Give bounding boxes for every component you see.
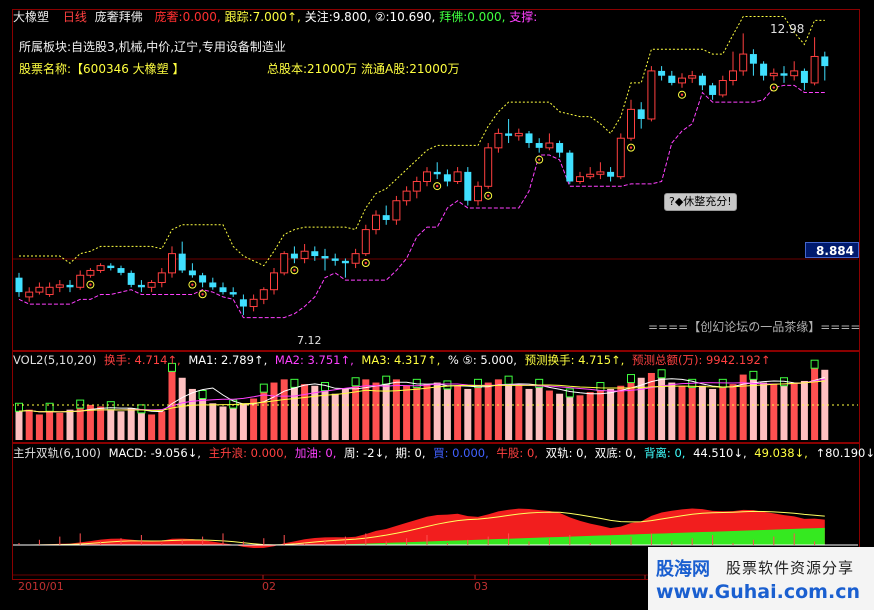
header-bar: 大橡塑 日线 庞奢拜佛 庞奢:0.000, 跟踪:7.000↑, 关注:9.80… (13, 10, 537, 24)
capital-info: 总股本:21000万 流通A股:21000万 (267, 62, 460, 76)
macd-v1: 44.510↓, (693, 446, 747, 460)
period-label[interactable]: 日线 (63, 10, 87, 24)
vol-turnover: 换手: 4.714↑, (103, 353, 181, 367)
track-value: 7.000↑, (252, 10, 301, 24)
pangshe-label: 庞奢: (154, 10, 183, 24)
macd-zhou: 周: -2↓, (344, 446, 388, 460)
vol-ma2: MA2: 3.751↑, (274, 353, 354, 367)
forum-credit: ====【创幻论坛の一品茶缘】==== (648, 320, 861, 334)
watermark-slogan: 股票软件资源分享 (726, 559, 855, 577)
vol-pred-amount: 预测总额(万): 9942.192↑ (631, 353, 771, 367)
vol-circle5: % ⑤: 5.000, (447, 353, 517, 367)
pangshe-value: 0.000, (182, 10, 221, 24)
signal-callout: ?◆休整充分! (664, 193, 737, 211)
high-price-label: 12.98 (770, 22, 805, 36)
vol-pred-turnover: 预测换手: 4.715↑, (524, 353, 625, 367)
date-axis-2: 03 (474, 580, 488, 593)
baifo-label: 拜佛: (439, 10, 468, 24)
date-axis-0: 2010/01 (18, 580, 64, 593)
macd-zhushenglang: 主升浪: 0.000, (208, 446, 288, 460)
watermark-url: www.Guhai.com.cn (656, 581, 860, 603)
macd-title[interactable]: 主升双轨(6,100) (13, 446, 101, 460)
low-price-label: 7.12 (297, 334, 322, 347)
date-axis-1: 02 (262, 580, 276, 593)
circle2-value: 10.690, (389, 10, 436, 24)
macd-v3: ↑80.190↓, (815, 446, 874, 460)
macd-shuanggui: 双轨: 0, (545, 446, 588, 460)
macd-shuangdi: 双底: 0, (594, 446, 637, 460)
indicator-name[interactable]: 庞奢拜佛 (95, 10, 143, 24)
watermark-brand: 股海网 (656, 559, 710, 580)
macd-v2: 49.038↓, (754, 446, 808, 460)
macd-qi: 期: 0, (395, 446, 426, 460)
sector-info: 所属板块:自选股3,机械,中价,辽宁,专用设备制造业 (19, 40, 286, 54)
current-price-tag: 8.884 (805, 242, 859, 258)
macd-beili: 背离: 0, (643, 446, 686, 460)
macd-mai: 買: 0.000, (433, 446, 489, 460)
macd-jiayou: 加油: 0, (294, 446, 337, 460)
watch-value: 9.800, (332, 10, 371, 24)
macd-header: 主升双轨(6,100) MACD: -9.056↓, 主升浪: 0.000, 加… (13, 446, 874, 460)
vol-title[interactable]: VOL2(5,10,20) (13, 353, 96, 367)
macd-value: MACD: -9.056↓, (108, 446, 201, 460)
circle2-label: ②: (374, 10, 390, 24)
macd-niugu: 牛股: 0, (496, 446, 538, 460)
vol-ma1: MA1: 2.789↑, (188, 353, 268, 367)
main-panel-frame (12, 9, 860, 352)
track-label: 跟踪: (224, 10, 253, 24)
volume-header: VOL2(5,10,20) 换手: 4.714↑, MA1: 2.789↑, M… (13, 353, 771, 367)
vol-ma3: MA3: 4.317↑, (361, 353, 441, 367)
watermark-box: 股海网 股票软件资源分享 www.Guhai.com.cn (648, 547, 874, 610)
support-label: 支撑: (509, 10, 538, 24)
watch-label: 关注: (304, 10, 333, 24)
stock-name[interactable]: 大橡塑 (13, 10, 49, 24)
stock-name-info: 股票名称:【600346 大橡塑 】 (19, 62, 185, 76)
baifo-value: 0.000, (467, 10, 506, 24)
